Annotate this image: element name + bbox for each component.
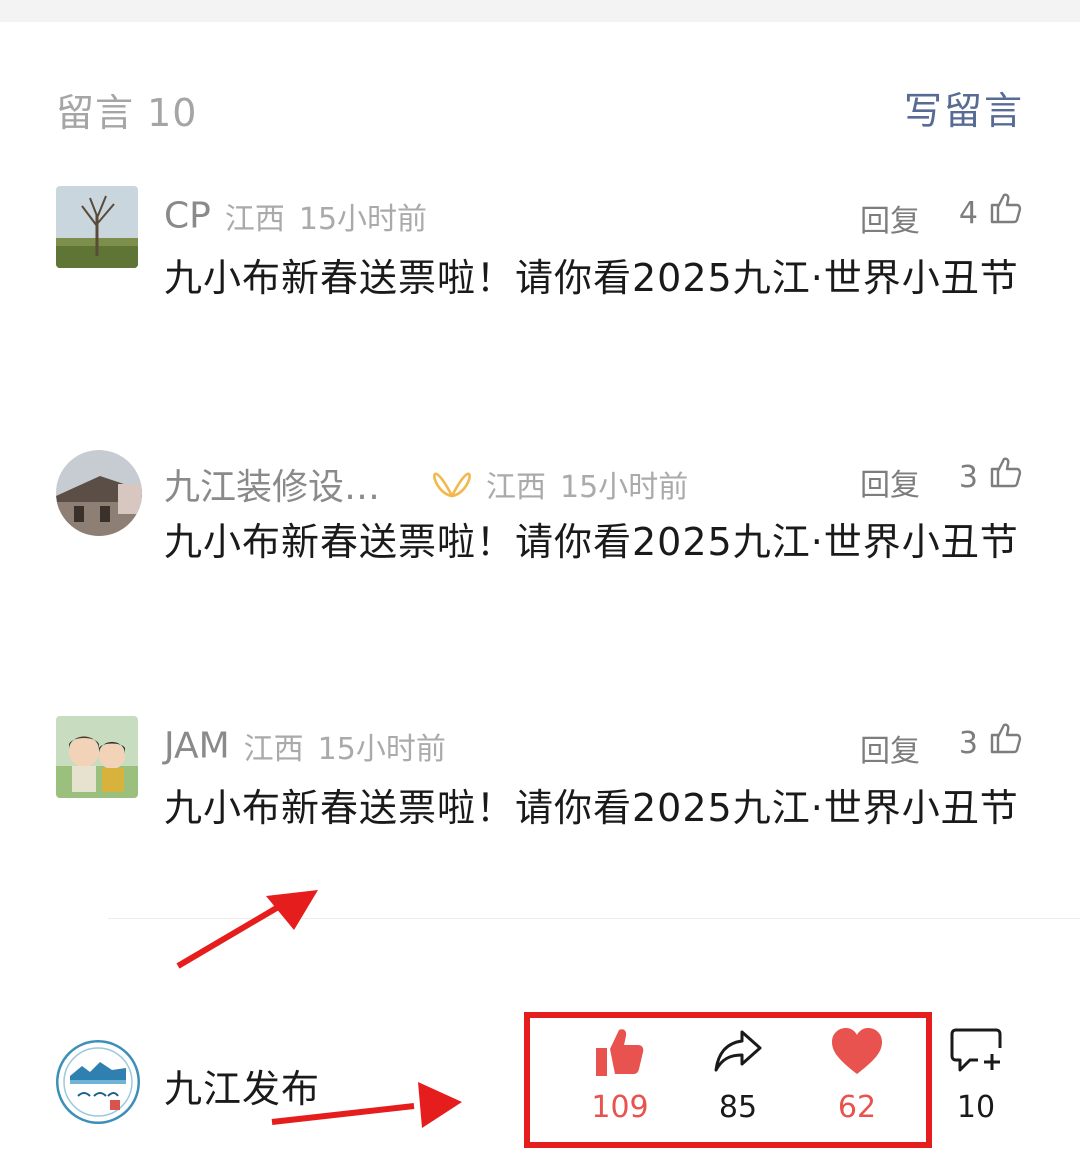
comment-like-count: 3 (958, 460, 978, 495)
heart-icon (832, 1028, 882, 1074)
comment-add-icon (950, 1028, 1002, 1072)
comment-location: 江西 (486, 470, 547, 505)
comment-item: 九江装修设… 江西 15小时前 回复 3 九小布新春送票啦！请你看2025九江·世界… (56, 450, 1024, 650)
comment-item: JAM 江西 15小时前 回复 3 九小布新春送票啦！请你看2025九江·世界小丑节 (56, 716, 1024, 916)
thumbs-up-icon[interactable] (988, 190, 1024, 226)
comment-count: 10 (956, 1090, 996, 1125)
comment-item: CP 江西 15小时前 回复 4 九小布新春送票啦！请你看2025九江·世界小丑节 (56, 186, 1024, 386)
divider (108, 918, 1080, 919)
comments-header: 留言 10 写留言 (56, 78, 1024, 135)
top-bar (0, 0, 1080, 22)
reply-button[interactable]: 回复 (860, 460, 920, 504)
comment-text: 九小布新春送票啦！请你看2025九江·世界小丑节 (164, 520, 1019, 564)
avatar[interactable] (56, 450, 142, 536)
butterfly-badge-icon (432, 466, 472, 502)
like-button[interactable]: 109 (560, 1024, 680, 1144)
comment-time: 15小时前 (560, 470, 689, 505)
favorite-count: 62 (837, 1090, 877, 1125)
comment-like-count: 4 (958, 196, 978, 231)
comment-time: 15小时前 (317, 732, 446, 767)
write-comment-button[interactable]: 写留言 (904, 80, 1024, 135)
avatar[interactable] (56, 186, 138, 268)
comment-text: 九小布新春送票啦！请你看2025九江·世界小丑节 (164, 786, 1019, 830)
thumbs-up-filled-icon (596, 1029, 644, 1076)
comment-text: 九小布新春送票啦！请你看2025九江·世界小丑节 (164, 256, 1019, 300)
comment-nickname[interactable]: JAM (164, 726, 230, 767)
thumbs-up-icon[interactable] (988, 720, 1024, 756)
avatar[interactable] (56, 716, 138, 798)
comment-nickname[interactable]: CP (164, 196, 211, 237)
account-name[interactable]: 九江发布 (164, 1058, 320, 1113)
thumbs-up-icon[interactable] (988, 454, 1024, 490)
comment-like-count: 3 (958, 726, 978, 761)
account-info[interactable]: 九江发布 (56, 1040, 476, 1130)
reply-button[interactable]: 回复 (860, 196, 920, 240)
comment-location: 江西 (243, 732, 304, 767)
comment-nickname[interactable]: 九江装修设… (164, 467, 380, 508)
comment-location: 江西 (224, 202, 285, 237)
share-icon (714, 1030, 762, 1072)
account-logo[interactable] (56, 1040, 140, 1124)
reply-button[interactable]: 回复 (860, 726, 920, 770)
comment-time: 15小时前 (298, 202, 428, 237)
favorite-button[interactable]: 62 (797, 1024, 917, 1144)
like-count: 109 (591, 1090, 649, 1125)
share-button[interactable]: 85 (678, 1024, 798, 1144)
comment-button[interactable]: 10 (916, 1024, 1036, 1144)
comments-title: 留言 10 (56, 91, 198, 135)
share-count: 85 (718, 1090, 758, 1125)
